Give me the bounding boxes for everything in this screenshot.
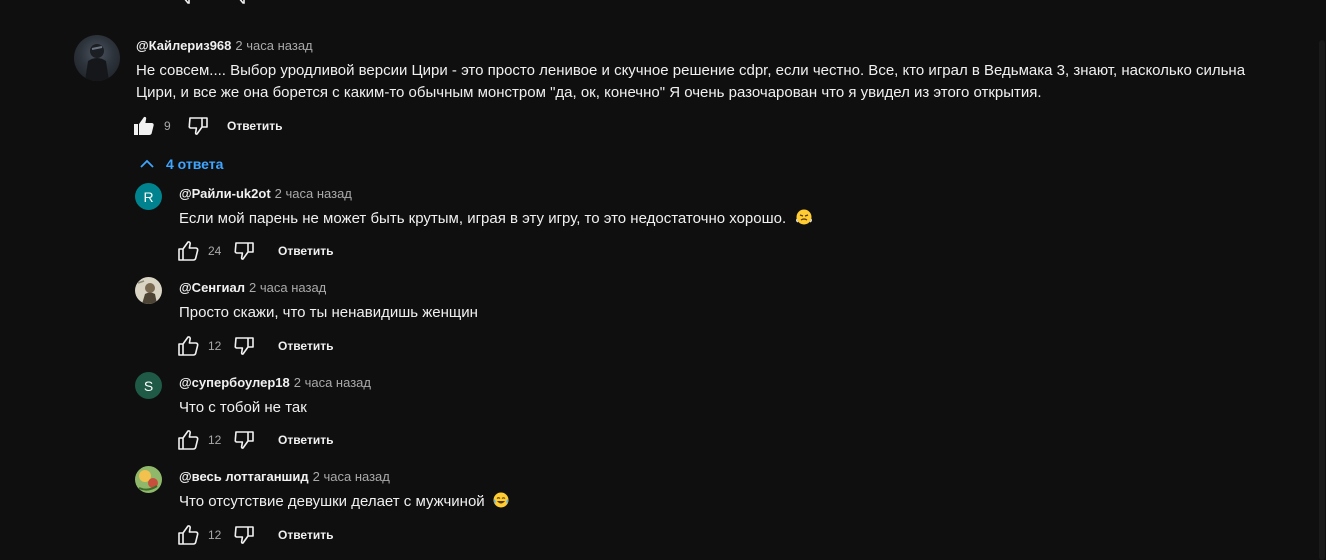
reply-timestamp[interactable]: 2 часа назад (294, 375, 371, 390)
thumbs-up-icon (178, 430, 199, 450)
thumbs-up-filled-icon (134, 116, 154, 135)
dislike-button[interactable] (186, 114, 210, 138)
reply-header: @Райли-uk2ot 2 часа назад (179, 186, 352, 201)
reply-actions: 24 Ответить (176, 239, 333, 263)
avatar[interactable] (74, 35, 120, 81)
avatar-image (138, 470, 158, 491)
like-button[interactable] (176, 334, 200, 358)
thumbs-up-icon (178, 336, 199, 356)
thumbs-down-icon (234, 431, 254, 449)
avatar-letter: S (143, 377, 154, 394)
thumbs-up-icon (178, 241, 199, 261)
reply-button[interactable]: Ответить (278, 339, 333, 353)
avatar-letter: R (143, 188, 154, 205)
reply-text-container: Если мой парень не может быть крутым, иг… (179, 208, 813, 230)
dislike-button[interactable] (232, 523, 256, 547)
scrollbar[interactable] (1318, 0, 1326, 560)
reply-timestamp[interactable]: 2 часа назад (313, 469, 390, 484)
reply-text: Просто скажи, что ты ненавидишь женщин (179, 304, 478, 321)
dislike-button[interactable] (232, 239, 256, 263)
comment-text-line: Не совсем.... Выбор уродливой версии Цир… (136, 62, 1246, 79)
avatar[interactable]: S (135, 372, 162, 399)
dislike-button[interactable] (232, 428, 256, 452)
replies-toggle-button[interactable]: 4 ответа (138, 153, 223, 175)
like-count: 12 (208, 433, 222, 447)
reply-button[interactable]: Ответить (278, 244, 333, 258)
comment-timestamp[interactable]: 2 часа назад (235, 38, 312, 53)
thumbs-down-icon (234, 526, 254, 544)
comment-actions: 9 Ответить (132, 114, 282, 138)
reply-timestamp[interactable]: 2 часа назад (275, 186, 352, 201)
like-count: 12 (208, 528, 222, 542)
like-button[interactable] (176, 428, 200, 452)
comment-text-line: Цири, и все же она борется с каким-то об… (136, 84, 1042, 101)
chevron-up-icon (140, 159, 154, 168)
comment-author[interactable]: @Кайлериз968 (136, 38, 231, 53)
avatar-image (137, 280, 157, 304)
reply-author[interactable]: @весь лоттаганшид (179, 469, 309, 484)
reply-text: Что с тобой не так (179, 399, 307, 416)
reply-header: @Сенгиал 2 часа назад (179, 280, 326, 295)
reply-actions: 12 Ответить (176, 523, 333, 547)
dislike-button[interactable] (232, 334, 256, 358)
thumbs-down-icon (188, 117, 208, 135)
reply-author[interactable]: @супербоулер18 (179, 375, 290, 390)
dislike-icon-partial[interactable] (178, 0, 198, 4)
like-button[interactable] (176, 523, 200, 547)
reply-text: Что отсутствие девушки делает с мужчиной (179, 493, 485, 510)
dislike-icon-partial[interactable] (233, 0, 253, 4)
reply-button[interactable]: Ответить (278, 528, 333, 542)
thumbs-down-icon (234, 337, 254, 355)
avatar[interactable]: R (135, 183, 162, 210)
tears-of-joy-emoji (493, 492, 509, 508)
reply-button[interactable]: Ответить (278, 433, 333, 447)
avatar[interactable] (135, 277, 162, 304)
thumbs-down-icon (234, 242, 254, 260)
reply-header: @весь лоттаганшид 2 часа назад (179, 469, 390, 484)
scrollbar-thumb[interactable] (1319, 40, 1325, 560)
reply-author[interactable]: @Райли-uk2ot (179, 186, 271, 201)
reply-actions: 12 Ответить (176, 428, 333, 452)
reply-text: Если мой парень не может быть крутым, иг… (179, 210, 787, 227)
like-count: 24 (208, 244, 222, 258)
comment-header: @Кайлериз968 2 часа назад (136, 38, 313, 53)
steam-face-emoji (796, 209, 813, 225)
avatar[interactable] (135, 466, 162, 493)
like-button[interactable] (132, 114, 156, 138)
comment-text: Не совсем.... Выбор уродливой версии Цир… (136, 60, 1316, 104)
like-count: 9 (164, 119, 171, 133)
reply-timestamp[interactable]: 2 часа назад (249, 280, 326, 295)
reply-author[interactable]: @Сенгиал (179, 280, 245, 295)
reply-text-container: Что отсутствие девушки делает с мужчиной (179, 491, 509, 513)
thumbs-up-icon (178, 525, 199, 545)
reply-actions: 12 Ответить (176, 334, 333, 358)
like-count: 12 (208, 339, 222, 353)
replies-count-label: 4 ответа (166, 156, 224, 172)
avatar-image (85, 44, 109, 81)
reply-button[interactable]: Ответить (227, 119, 282, 133)
reply-header: @супербоулер18 2 часа назад (179, 375, 371, 390)
like-button[interactable] (176, 239, 200, 263)
